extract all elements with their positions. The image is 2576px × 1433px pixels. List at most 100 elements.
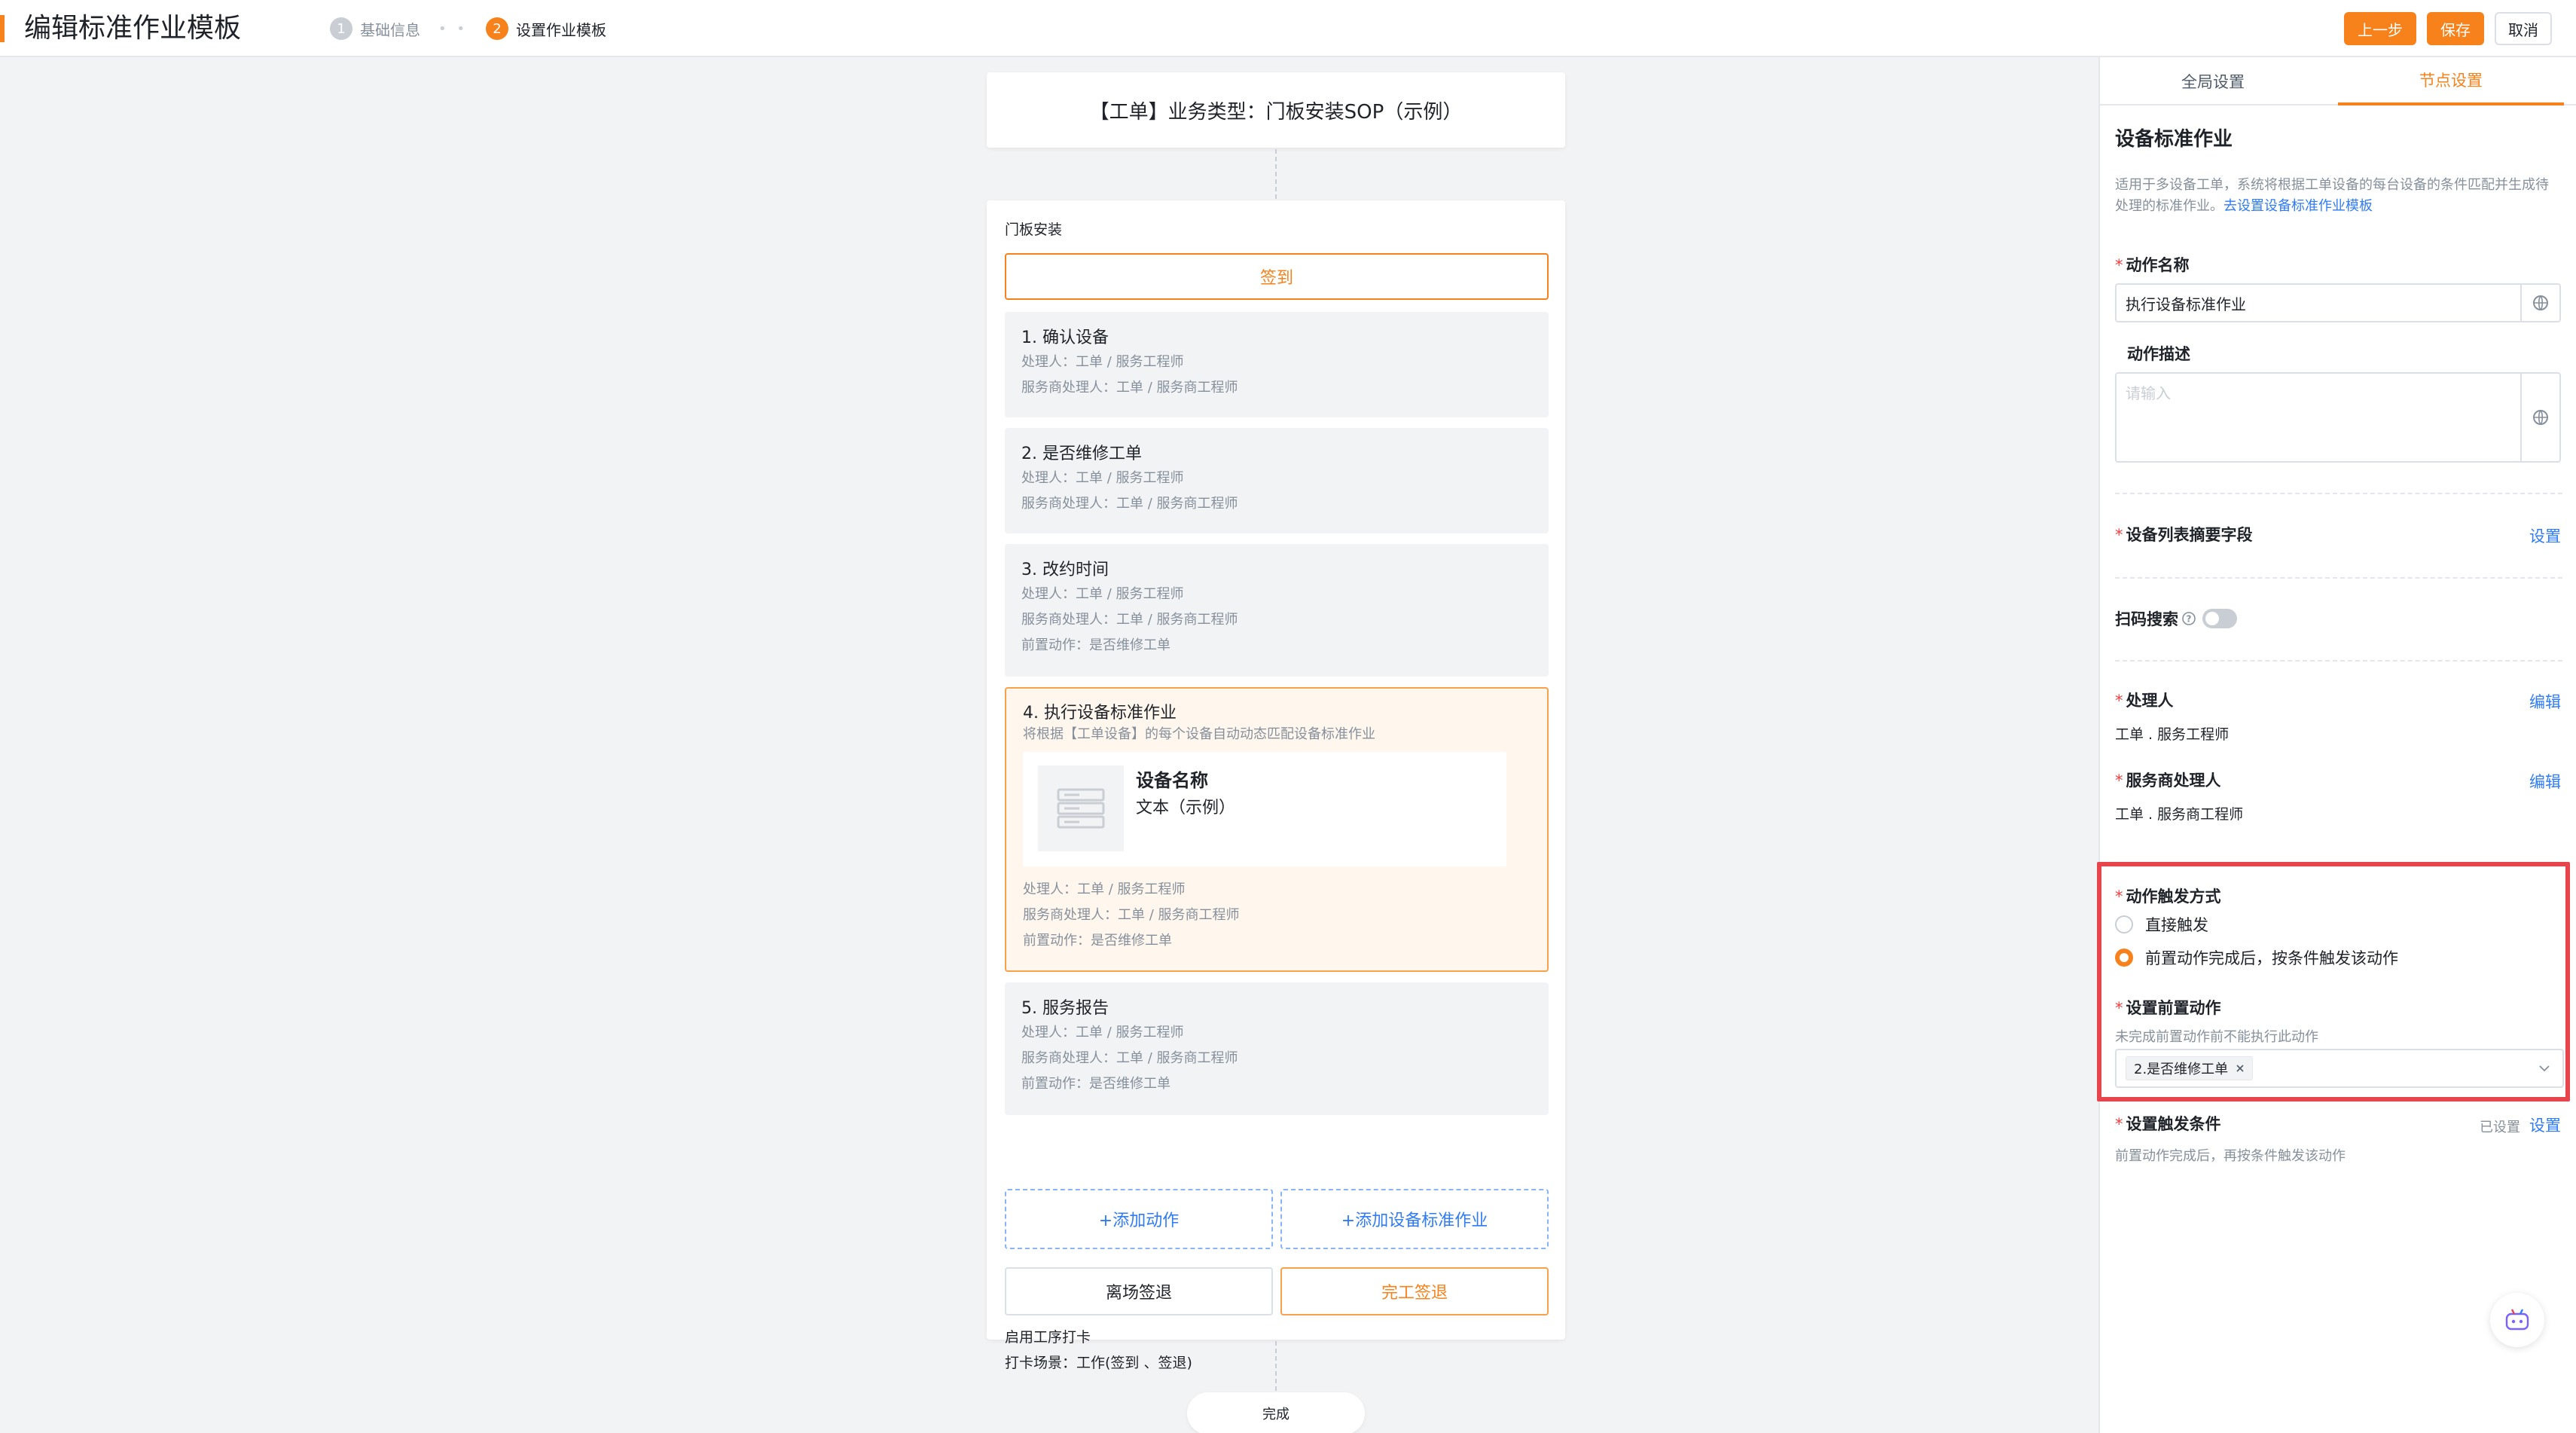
add-action-button[interactable]: +添加动作: [1005, 1189, 1273, 1249]
step-label: 基础信息: [360, 20, 420, 39]
step-separator: • •: [438, 20, 468, 37]
end-node[interactable]: 完成: [1187, 1392, 1365, 1433]
globe-icon[interactable]: [2520, 285, 2559, 321]
handler-value: 工单 . 服务工程师: [2115, 726, 2230, 743]
clock-in-title: 启用工序打卡: [1005, 1329, 1091, 1346]
header-actions: 上一步 保存 取消: [2344, 12, 2552, 45]
flow-canvas: 【工单】业务类型：门板安装SOP（示例） 门板安装 签到 1. 确认设备 处理人…: [0, 57, 2098, 1433]
device-image-placeholder: [1038, 765, 1124, 851]
action-desc-label: 动作描述: [2127, 345, 2190, 363]
trigger-condition-label: * 设置触发条件: [2115, 1112, 2221, 1135]
server-icon: [1057, 788, 1105, 829]
highlight-box: [2097, 862, 2570, 1101]
action-vendor-handler: 服务商处理人：工单 / 服务商工程师: [1021, 380, 1238, 396]
page-title: 编辑标准作业模板: [24, 13, 242, 44]
connector-line: [1275, 149, 1277, 199]
finish-signout-node[interactable]: 完工签退: [1280, 1267, 1549, 1315]
dashed-divider: [2115, 493, 2562, 494]
cancel-button[interactable]: 取消: [2495, 12, 2552, 45]
label-text: 设备列表摘要字段: [2126, 526, 2253, 544]
label-text: 服务商处理人: [2126, 771, 2221, 790]
action-handler: 处理人：工单 / 服务工程师: [1021, 586, 1184, 602]
action-name-input[interactable]: 执行设备标准作业: [2115, 283, 2561, 322]
required-mark: *: [2115, 692, 2123, 710]
scan-search-toggle[interactable]: [2202, 609, 2237, 628]
prev-step-button[interactable]: 上一步: [2344, 12, 2416, 45]
action-pre-action: 前置动作：是否维修工单: [1021, 637, 1170, 653]
tab-node-settings[interactable]: 节点设置: [2338, 57, 2564, 105]
panel-tabs: 全局设置 节点设置: [2100, 57, 2576, 105]
device-name-label: 设备名称: [1136, 770, 1208, 791]
required-mark: *: [2115, 526, 2123, 544]
action-item-confirm-device[interactable]: 1. 确认设备 处理人：工单 / 服务工程师 服务商处理人：工单 / 服务商工程…: [1005, 312, 1549, 417]
action-vendor-handler: 服务商处理人：工单 / 服务商工程师: [1021, 1050, 1238, 1066]
action-vendor-handler: 服务商处理人：工单 / 服务商工程师: [1023, 907, 1240, 923]
input-value: 执行设备标准作业: [2126, 295, 2246, 313]
business-type-card[interactable]: 【工单】业务类型：门板安装SOP（示例）: [987, 72, 1565, 148]
tab-global-settings[interactable]: 全局设置: [2100, 57, 2326, 105]
device-preview: 设备名称 文本（示例）: [1023, 752, 1506, 866]
action-title: 2. 是否维修工单: [1021, 445, 1142, 463]
device-sop-template-link[interactable]: 去设置设备标准作业模板: [2223, 198, 2373, 214]
action-handler: 处理人：工单 / 服务工程师: [1021, 354, 1184, 370]
step-indicator: 1 基础信息 • • 2 设置作业模板: [330, 17, 606, 41]
vendor-handler-value: 工单 . 服务商工程师: [2115, 806, 2244, 823]
action-handler: 处理人：工单 / 服务工程师: [1021, 1025, 1184, 1040]
panel-heading: 设备标准作业: [2115, 128, 2233, 151]
step-set-template[interactable]: 2 设置作业模板: [485, 17, 606, 40]
settings-panel: 全局设置 节点设置 设备标准作业 适用于多设备工单，系统将根据工单设备的每台设备…: [2098, 57, 2576, 1433]
action-item-service-report[interactable]: 5. 服务报告 处理人：工单 / 服务工程师 服务商处理人：工单 / 服务商工程…: [1005, 982, 1549, 1115]
dashed-divider: [2115, 577, 2562, 579]
globe-icon[interactable]: [2520, 374, 2559, 461]
required-mark: *: [2115, 771, 2123, 790]
action-item-reschedule[interactable]: 3. 改约时间 处理人：工单 / 服务工程师 服务商处理人：工单 / 服务商工程…: [1005, 544, 1549, 677]
vendor-handler-label: * 服务商处理人: [2115, 768, 2221, 791]
textarea-placeholder: 请输入: [2126, 384, 2171, 402]
signin-node[interactable]: 签到: [1005, 253, 1549, 300]
action-subtitle: 将根据【工单设备】的每个设备自动动态匹配设备标准作业: [1023, 726, 1375, 742]
label-text: 动作名称: [2126, 256, 2190, 274]
add-device-sop-button[interactable]: +添加设备标准作业: [1280, 1189, 1549, 1249]
process-card: 门板安装 签到 1. 确认设备 处理人：工单 / 服务工程师 服务商处理人：工单…: [987, 200, 1565, 1371]
action-vendor-handler: 服务商处理人：工单 / 服务商工程师: [1021, 496, 1238, 512]
action-handler: 处理人：工单 / 服务工程师: [1023, 881, 1186, 897]
handler-label: * 处理人: [2115, 689, 2174, 711]
device-name-value: 文本（示例）: [1136, 799, 1236, 817]
section-title: 门板安装: [1005, 222, 1063, 238]
action-item-is-repair[interactable]: 2. 是否维修工单 处理人：工单 / 服务工程师 服务商处理人：工单 / 服务商…: [1005, 428, 1549, 533]
panel-description: 适用于多设备工单，系统将根据工单设备的每台设备的条件匹配并生成待处理的标准作业。…: [2115, 175, 2561, 217]
summary-fields-label: * 设备列表摘要字段: [2115, 523, 2253, 545]
trigger-condition-set-link[interactable]: 设置: [2529, 1114, 2561, 1136]
action-desc-textarea[interactable]: 请输入: [2115, 372, 2561, 463]
action-pre-action: 前置动作：是否维修工单: [1023, 933, 1172, 949]
clock-in-scene: 打卡场景：工作(签到 、签退): [1005, 1355, 1192, 1371]
action-title: 3. 改约时间: [1021, 561, 1109, 579]
save-button[interactable]: 保存: [2427, 12, 2484, 45]
dashed-divider: [2115, 660, 2562, 662]
step-number: 1: [330, 17, 353, 40]
handler-edit-link[interactable]: 编辑: [2529, 690, 2561, 713]
action-vendor-handler: 服务商处理人：工单 / 服务商工程师: [1021, 612, 1238, 628]
step-number: 2: [485, 17, 508, 40]
connector-line: [1275, 1341, 1277, 1391]
vendor-handler-edit-link[interactable]: 编辑: [2529, 770, 2561, 793]
summary-fields-set-link[interactable]: 设置: [2529, 524, 2561, 547]
step-basic-info[interactable]: 1 基础信息: [330, 17, 420, 40]
assistant-bot-icon[interactable]: [2490, 1293, 2544, 1347]
action-item-device-sop[interactable]: 4. 执行设备标准作业 将根据【工单设备】的每个设备自动动态匹配设备标准作业 设…: [1005, 687, 1549, 972]
leave-signout-node[interactable]: 离场签退: [1005, 1267, 1273, 1315]
required-mark: *: [2115, 1115, 2123, 1133]
label-text: 设置触发条件: [2126, 1115, 2221, 1133]
action-title: 1. 确认设备: [1021, 328, 1109, 347]
required-mark: *: [2115, 256, 2123, 274]
trigger-condition-hint: 前置动作完成后，再按条件触发该动作: [2115, 1148, 2346, 1164]
top-header: 编辑标准作业模板 1 基础信息 • • 2 设置作业模板 上一步 保存 取消: [0, 0, 2576, 57]
action-title: 4. 执行设备标准作业: [1023, 704, 1177, 723]
help-icon[interactable]: ?: [2181, 611, 2196, 626]
svg-text:?: ?: [2187, 614, 2192, 625]
label-text: 处理人: [2126, 692, 2174, 710]
title-accent-bar: [0, 15, 5, 42]
action-title: 5. 服务报告: [1021, 999, 1109, 1018]
action-name-label: * 动作名称: [2115, 253, 2190, 276]
trigger-condition-status: 已设置: [2480, 1120, 2520, 1135]
